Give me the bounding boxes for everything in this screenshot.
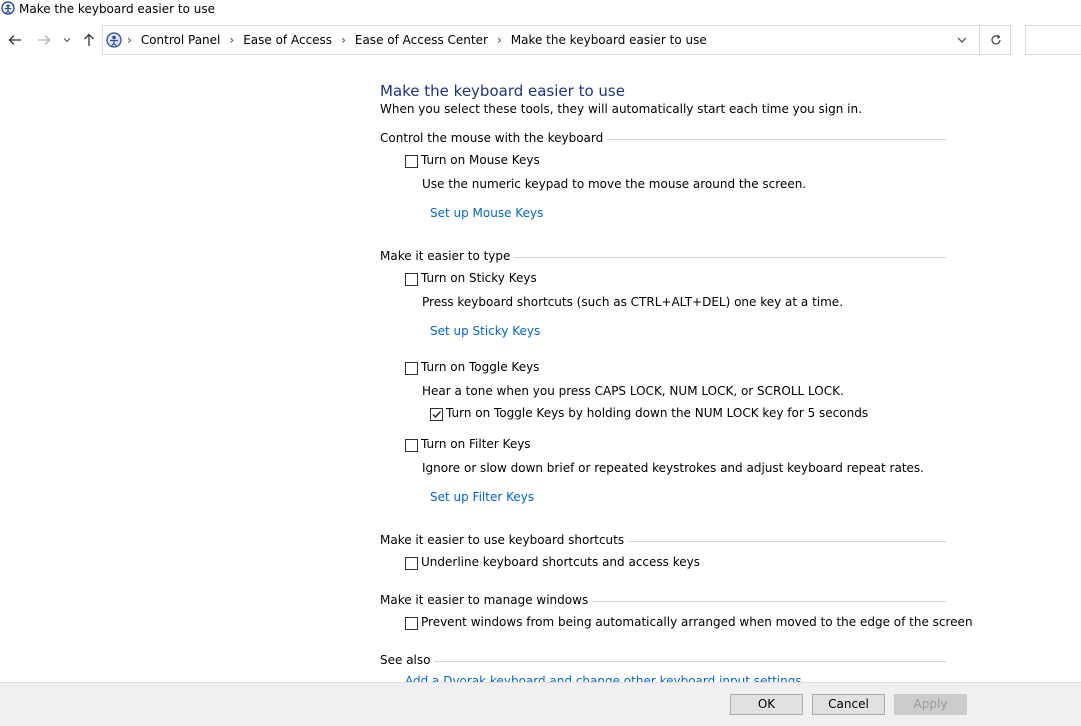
section-type-header: Make it easier to type — [380, 249, 946, 265]
section-title: Make it easier to manage windows — [380, 593, 593, 607]
address-divider — [979, 26, 980, 54]
breadcrumb-separator[interactable]: › — [229, 33, 234, 47]
control-panel-icon — [106, 32, 122, 48]
page-intro: When you select these tools, they will a… — [380, 102, 862, 116]
breadcrumb: › Control Panel › Ease of Access › Ease … — [127, 26, 707, 54]
section-see-also-header: See also — [380, 653, 946, 669]
breadcrumb-current-page[interactable]: Make the keyboard easier to use — [511, 33, 707, 47]
section-windows-header: Make it easier to manage windows — [380, 593, 946, 609]
mouse-keys-label[interactable]: Turn on Mouse Keys — [421, 153, 540, 167]
recent-locations-chevron-down-icon[interactable] — [61, 32, 73, 48]
forward-arrow-icon[interactable] — [36, 32, 52, 48]
window-title: Make the keyboard easier to use — [19, 2, 215, 16]
breadcrumb-control-panel[interactable]: Control Panel — [141, 33, 221, 47]
section-divider — [380, 661, 946, 662]
section-title: Make it easier to type — [380, 249, 515, 263]
toggle-keys-checkbox[interactable] — [405, 362, 418, 375]
setup-sticky-keys-link[interactable]: Set up Sticky Keys — [430, 324, 540, 338]
toggle-keys-description: Hear a tone when you press CAPS LOCK, NU… — [422, 384, 844, 398]
sticky-keys-checkbox[interactable] — [405, 273, 418, 286]
search-input[interactable] — [1025, 25, 1081, 55]
breadcrumb-separator[interactable]: › — [127, 33, 132, 47]
refresh-icon[interactable] — [988, 32, 1004, 48]
section-mouse-header: Control the mouse with the keyboard — [380, 131, 946, 147]
filter-keys-description: Ignore or slow down brief or repeated ke… — [422, 461, 924, 475]
underline-shortcuts-checkbox[interactable] — [405, 557, 418, 570]
apply-button[interactable]: Apply — [894, 694, 967, 715]
underline-shortcuts-label[interactable]: Underline keyboard shortcuts and access … — [421, 555, 700, 569]
address-bar[interactable]: › Control Panel › Ease of Access › Ease … — [102, 25, 1011, 55]
navigation-bar: › Control Panel › Ease of Access › Ease … — [0, 24, 1081, 56]
toggle-keys-hold-label[interactable]: Turn on Toggle Keys by holding down the … — [446, 406, 868, 420]
filter-keys-label[interactable]: Turn on Filter Keys — [421, 437, 531, 451]
up-arrow-icon[interactable] — [81, 32, 97, 48]
address-dropdown-chevron-down-icon[interactable] — [954, 32, 970, 48]
back-arrow-icon[interactable] — [7, 32, 23, 48]
setup-filter-keys-link[interactable]: Set up Filter Keys — [430, 490, 534, 504]
breadcrumb-separator[interactable]: › — [341, 33, 346, 47]
section-shortcuts-header: Make it easier to use keyboard shortcuts — [380, 533, 946, 549]
mouse-keys-description: Use the numeric keypad to move the mouse… — [422, 177, 807, 191]
setup-mouse-keys-link[interactable]: Set up Mouse Keys — [430, 206, 543, 220]
breadcrumb-ease-of-access-center[interactable]: Ease of Access Center — [355, 33, 488, 47]
control-panel-icon — [1, 1, 15, 15]
title-bar: Make the keyboard easier to use — [0, 0, 1081, 20]
prevent-arrange-checkbox[interactable] — [405, 617, 418, 630]
filter-keys-checkbox[interactable] — [405, 439, 418, 452]
toggle-keys-label[interactable]: Turn on Toggle Keys — [421, 360, 539, 374]
section-title: Control the mouse with the keyboard — [380, 131, 608, 145]
section-title: Make it easier to use keyboard shortcuts — [380, 533, 629, 547]
section-title: See also — [380, 653, 435, 667]
prevent-arrange-label[interactable]: Prevent windows from being automatically… — [421, 615, 973, 629]
cancel-button[interactable]: Cancel — [812, 694, 885, 715]
breadcrumb-separator[interactable]: › — [497, 33, 502, 47]
ok-button[interactable]: OK — [730, 694, 803, 715]
breadcrumb-ease-of-access[interactable]: Ease of Access — [243, 33, 332, 47]
toggle-keys-hold-checkbox[interactable] — [430, 408, 443, 421]
dialog-button-bar: OK Cancel Apply — [0, 682, 1081, 726]
mouse-keys-checkbox[interactable] — [405, 155, 418, 168]
sticky-keys-label[interactable]: Turn on Sticky Keys — [421, 271, 537, 285]
sticky-keys-description: Press keyboard shortcuts (such as CTRL+A… — [422, 295, 844, 309]
page-title: Make the keyboard easier to use — [380, 82, 625, 100]
